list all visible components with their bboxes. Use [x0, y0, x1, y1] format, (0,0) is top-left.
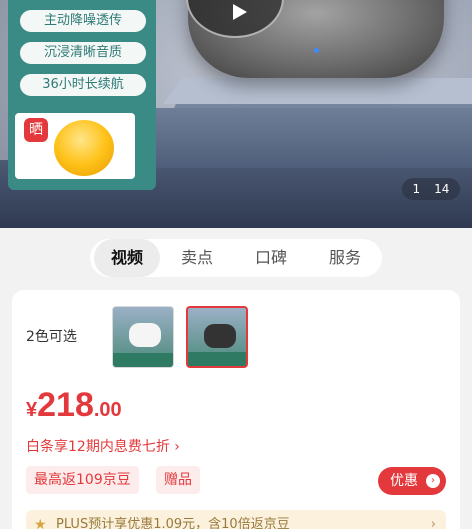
plus-star-icon: ★	[34, 517, 47, 529]
gallery-page-indicator: 1 14	[402, 178, 460, 200]
content-tabs: 视频 卖点 口碑 服务	[90, 239, 382, 277]
product-gallery[interactable]: 主动降噪透传 沉浸清晰音质 36小时长续航 晒 1 14	[0, 0, 472, 228]
price: ¥218.00	[26, 386, 122, 425]
price-decimal: .00	[93, 399, 122, 421]
coupon-label: 优惠	[390, 473, 418, 489]
price-currency: ¥	[26, 399, 38, 421]
white-earbuds-thumb	[129, 323, 161, 347]
page-current: 1	[412, 182, 421, 196]
tab-video[interactable]: 视频	[94, 239, 160, 277]
product-orb-image	[54, 120, 114, 176]
price-integer: 218	[37, 386, 94, 424]
color-swatch-white[interactable]	[112, 306, 174, 368]
tab-selling-points[interactable]: 卖点	[160, 239, 234, 277]
tab-reviews[interactable]: 口碑	[234, 239, 308, 277]
color-swatch-black[interactable]	[186, 306, 248, 368]
pedestal-front	[150, 108, 472, 168]
plus-offer-text: PLUS预计享优惠1.09元，含10倍返京豆	[56, 517, 290, 529]
coupon-button[interactable]: 优惠 ›	[378, 467, 446, 495]
gift-chip[interactable]: 赠品	[156, 466, 200, 494]
jingdou-rebate-chip[interactable]: 最高返109京豆	[26, 466, 139, 494]
play-icon	[233, 4, 247, 20]
feature-tag-anc: 主动降噪透传	[20, 10, 146, 32]
chevron-right-icon: ›	[430, 517, 436, 529]
pedestal-top	[162, 78, 472, 104]
black-earbuds-thumb	[204, 324, 236, 348]
plus-member-bar[interactable]: ★ PLUS预计享优惠1.09元，含10倍返京豆 ›	[26, 510, 446, 529]
product-info-card: 2色可选 ¥218.00 白条享12期内息费七折 › 最高返109京豆 赠品 优…	[12, 290, 460, 529]
page-total: 14	[434, 182, 450, 196]
swatch-strip	[113, 353, 173, 367]
case-led-light	[314, 48, 319, 53]
color-count-label: 2色可选	[26, 329, 77, 345]
content-tabs-bar: 视频 卖点 口碑 服务	[0, 228, 472, 290]
feature-tag-audio: 沉浸清晰音质	[20, 42, 146, 64]
feature-tag-battery: 36小时长续航	[20, 74, 146, 96]
tab-service[interactable]: 服务	[308, 239, 382, 277]
share-badge: 晒	[24, 118, 48, 142]
chevron-right-icon: ›	[426, 474, 440, 488]
installment-offer-link[interactable]: 白条享12期内息费七折 ›	[26, 436, 180, 456]
swatch-strip	[188, 352, 246, 366]
